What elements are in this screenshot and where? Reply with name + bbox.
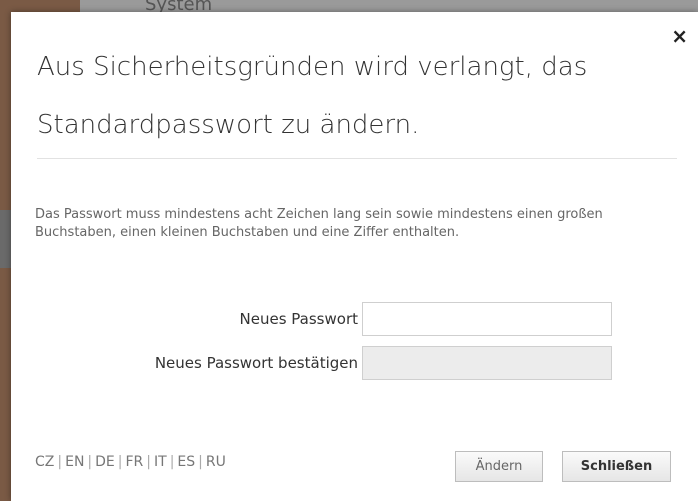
new-password-label: Neues Passwort: [239, 310, 358, 328]
change-password-dialog: × Aus Sicherheitsgründen wird verlangt, …: [11, 12, 698, 501]
language-link-en[interactable]: EN: [65, 454, 84, 470]
new-password-row: Neues Passwort: [11, 302, 698, 338]
language-link-cz[interactable]: CZ: [35, 454, 54, 470]
new-password-input[interactable]: [362, 302, 612, 336]
close-button[interactable]: Schließen: [562, 451, 671, 482]
language-link-ru[interactable]: RU: [206, 454, 226, 470]
dialog-title: Aus Sicherheitsgründen wird verlangt, da…: [37, 52, 588, 140]
title-divider: [37, 158, 677, 159]
change-button[interactable]: Ändern: [455, 451, 543, 482]
language-link-fr[interactable]: FR: [126, 454, 144, 470]
close-icon[interactable]: ×: [671, 26, 688, 46]
confirm-password-label: Neues Passwort bestätigen: [154, 354, 358, 372]
password-requirements-text: Das Passwort muss mindestens acht Zeiche…: [35, 207, 603, 240]
confirm-password-row: Neues Passwort bestätigen: [11, 346, 698, 382]
language-link-es[interactable]: ES: [177, 454, 195, 470]
language-links: CZ | EN | DE | FR | IT | ES | RU: [35, 454, 226, 470]
language-link-it[interactable]: IT: [154, 454, 167, 470]
language-link-de[interactable]: DE: [95, 454, 115, 470]
confirm-password-input[interactable]: [362, 346, 612, 380]
